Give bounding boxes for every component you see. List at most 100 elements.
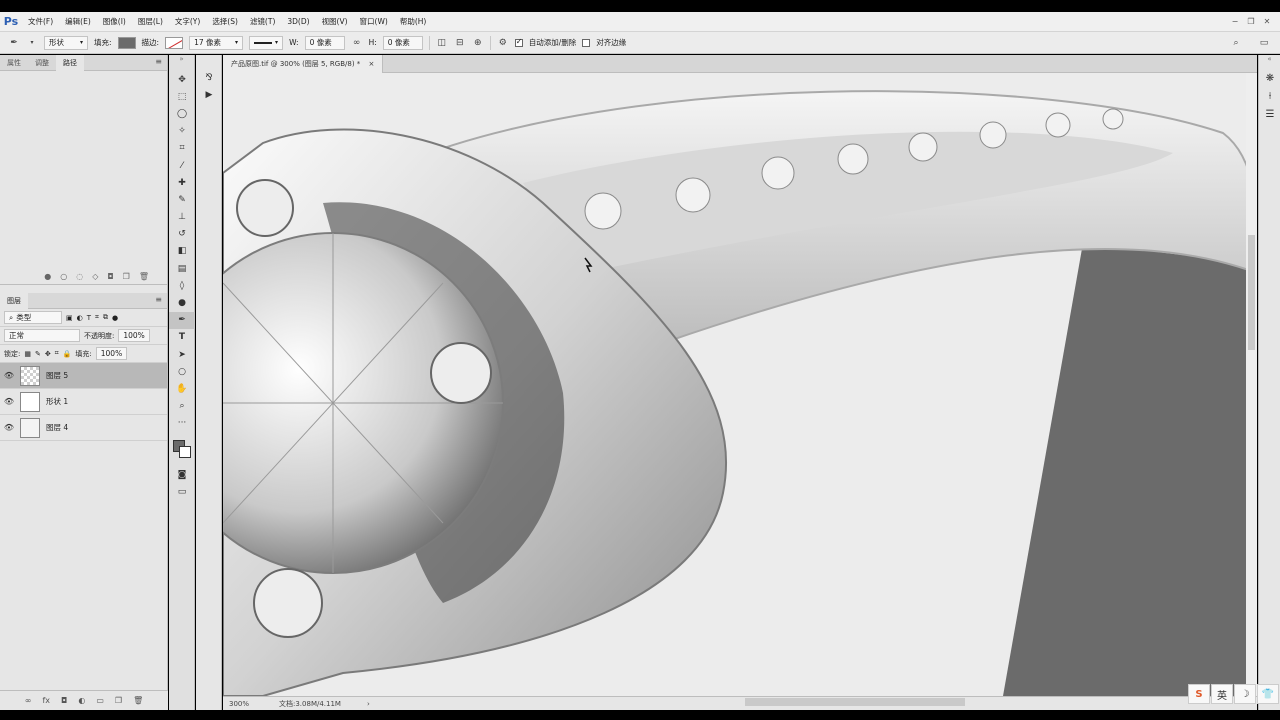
minimize-button[interactable]: − [1228, 16, 1242, 28]
crop-icon[interactable]: ⌗ [169, 140, 195, 157]
layer-row[interactable]: 👁 图层 4 [0, 415, 167, 441]
filter-smart-icon[interactable]: ⧉ [103, 313, 108, 322]
height-field[interactable]: 0 像素 [382, 35, 423, 50]
background-color[interactable] [179, 445, 191, 458]
menu-view[interactable]: 视图(V) [316, 16, 354, 27]
opacity-field[interactable]: 100% [118, 329, 150, 342]
close-icon[interactable]: × [369, 60, 375, 68]
document-canvas[interactable] [223, 73, 1257, 696]
add-mask-icon[interactable]: ◘ [107, 272, 113, 281]
tab-paths[interactable]: 路径 [56, 54, 84, 71]
brush-panel-icon[interactable]: ⍿ [1259, 87, 1280, 105]
hand-icon[interactable]: ✋ [169, 380, 195, 397]
eye-icon[interactable]: 👁 [0, 423, 18, 432]
stroke-path-icon[interactable]: ○ [60, 272, 67, 281]
tab-properties[interactable]: 属性 [0, 55, 28, 71]
brush-icon[interactable]: ✎ [169, 191, 195, 208]
menu-edit[interactable]: 编辑(E) [59, 16, 97, 27]
lasso-icon[interactable]: ◯ [169, 105, 195, 122]
healing-icon[interactable]: ✚ [169, 174, 195, 191]
panel-menu-icon[interactable]: ≡ [155, 295, 162, 304]
vertical-scrollbar[interactable] [1246, 73, 1257, 696]
new-group-icon[interactable]: ▭ [96, 696, 104, 705]
layer-filter-select[interactable]: ⌕ 类型 [4, 311, 62, 324]
blend-mode-select[interactable]: 正常 [4, 329, 80, 342]
make-work-path-icon[interactable]: ◇ [92, 272, 98, 281]
filter-type-icon[interactable]: T [87, 314, 91, 322]
close-button[interactable]: ✕ [1260, 16, 1274, 28]
filter-toggle-icon[interactable]: ● [112, 314, 118, 322]
new-layer-icon[interactable]: ❐ [115, 696, 122, 705]
fill-field[interactable]: 100% [95, 347, 128, 360]
play-icon[interactable]: ▶ [196, 86, 222, 103]
panel-menu-icon[interactable]: ≡ [155, 57, 162, 66]
menu-layer[interactable]: 图层(L) [132, 16, 169, 27]
adjust-panel-icon[interactable]: ☰ [1259, 105, 1280, 123]
menu-image[interactable]: 图像(I) [97, 16, 132, 27]
restore-button[interactable]: ❐ [1244, 16, 1258, 28]
menu-help[interactable]: 帮助(H) [394, 16, 433, 27]
new-path-icon[interactable]: ❐ [123, 272, 130, 281]
add-mask-icon[interactable]: ◘ [61, 696, 67, 705]
tab-layers[interactable]: 图层 [0, 292, 28, 309]
magic-wand-icon[interactable]: ✧ [169, 123, 195, 140]
layer-row[interactable]: 👁 图层 5 [0, 363, 167, 389]
auto-add-delete-checkbox[interactable] [514, 37, 523, 47]
tool-mode-select[interactable]: 形状 ▾ [44, 35, 88, 50]
filter-pixel-icon[interactable]: ▣ [66, 314, 73, 322]
toolbar-grip-icon[interactable]: » [169, 55, 194, 71]
fill-swatch[interactable] [117, 36, 136, 49]
link-layers-icon[interactable]: ∞ [25, 696, 32, 705]
type-icon[interactable]: T [169, 329, 195, 346]
ime-language-toggle[interactable]: 英 [1211, 684, 1233, 704]
fill-path-icon[interactable]: ● [44, 272, 51, 281]
path-operations-icon[interactable]: ◫ [436, 37, 448, 49]
menu-file[interactable]: 文件(F) [22, 16, 59, 27]
filter-adjust-icon[interactable]: ◐ [77, 314, 83, 322]
color-swatches[interactable] [169, 432, 194, 466]
align-edges-checkbox[interactable] [582, 38, 591, 47]
more-icon[interactable]: ··· [169, 415, 195, 432]
lock-artboard-icon[interactable]: ⌗ [55, 349, 59, 358]
fx-icon[interactable]: fx [42, 696, 50, 705]
menu-type[interactable]: 文字(Y) [169, 16, 206, 27]
blur-icon[interactable]: ◊ [169, 277, 195, 294]
eyedropper-icon[interactable]: ⁄ [169, 157, 195, 174]
workspace-icon[interactable]: ▭ [1258, 37, 1270, 49]
width-field[interactable]: 0 像素 [304, 35, 345, 50]
zoom-level[interactable]: 300% [223, 700, 273, 708]
stroke-swatch[interactable] [165, 36, 184, 49]
gradient-icon[interactable]: ▤ [169, 260, 195, 277]
eye-icon[interactable]: 👁 [0, 397, 18, 406]
dock-grip-icon[interactable]: « [1259, 55, 1280, 69]
path-select-icon[interactable]: ➤ [169, 346, 195, 363]
trash-icon[interactable]: 🗑 [133, 696, 143, 705]
eraser-icon[interactable]: ◧ [169, 243, 195, 260]
filter-shape-icon[interactable]: ⌗ [95, 313, 99, 322]
trash-icon[interactable]: 🗑 [139, 272, 149, 281]
lock-all-icon[interactable]: 🔒 [63, 350, 72, 358]
dodge-icon[interactable]: ● [169, 294, 195, 311]
adjustment-layer-icon[interactable]: ◐ [78, 696, 85, 705]
ime-logo-icon[interactable]: S [1188, 684, 1210, 704]
eye-icon[interactable]: 👁 [0, 371, 18, 380]
horizontal-scroll-thumb[interactable] [745, 698, 965, 706]
quick-mask-icon[interactable]: ◙ [169, 466, 195, 483]
chevron-down-icon[interactable]: ▾ [26, 37, 38, 49]
move-icon[interactable]: ✥ [169, 71, 195, 88]
lock-pixels-icon[interactable]: ✎ [35, 350, 41, 358]
menu-select[interactable]: 选择(S) [206, 16, 244, 27]
color-panel-icon[interactable]: ❋ [1259, 69, 1280, 87]
pen-icon[interactable]: ✒ [169, 311, 195, 329]
search-icon[interactable]: ⌕ [1230, 37, 1242, 49]
path-arrangement-icon[interactable]: ⊕ [472, 37, 484, 49]
marquee-icon[interactable]: ⬚ [169, 88, 195, 105]
layer-row[interactable]: 👁 形状 1 [0, 389, 167, 415]
load-selection-icon[interactable]: ◌ [76, 272, 83, 281]
gear-icon[interactable]: ⚙ [497, 37, 509, 49]
stroke-size-select[interactable]: 17 像素 ▾ [189, 35, 244, 50]
zoom-icon[interactable]: ⌕ [169, 398, 195, 415]
chevron-right-icon[interactable]: › [367, 700, 370, 708]
history-brush-icon[interactable]: ↺ [169, 226, 195, 243]
history-panel-icon[interactable]: ⅋ [196, 69, 222, 86]
